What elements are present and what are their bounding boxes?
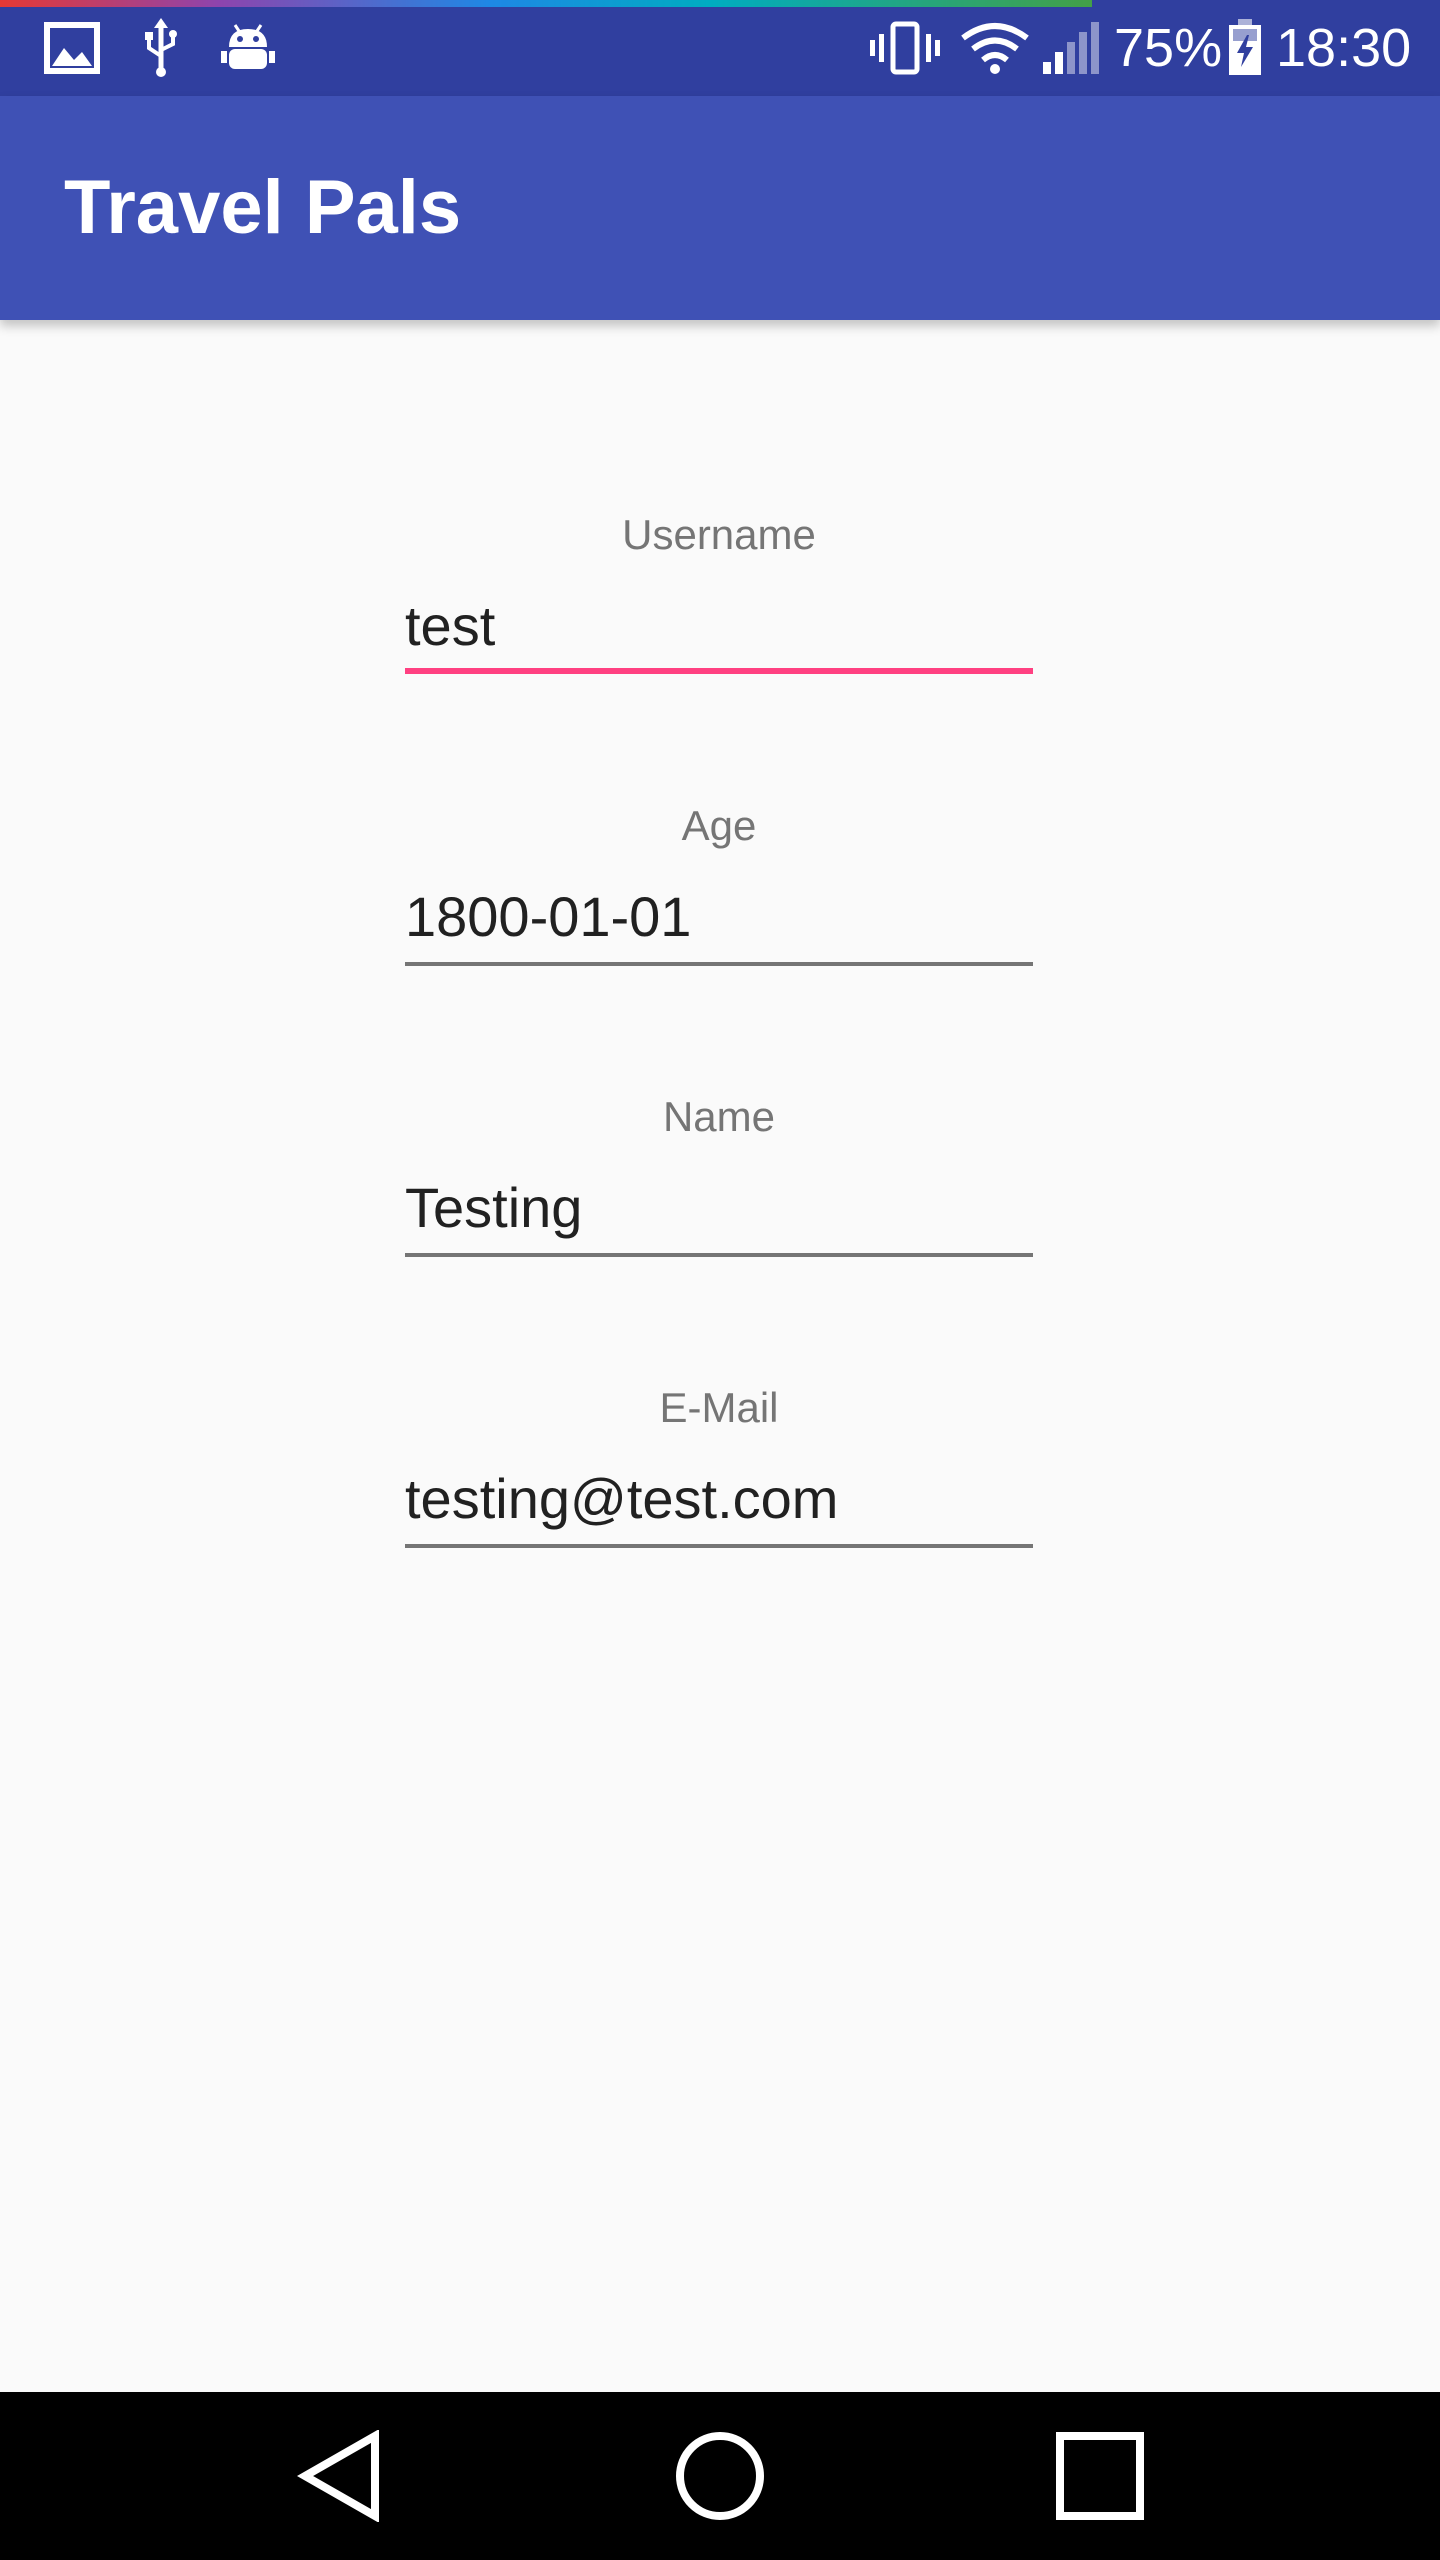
status-progress-strip (0, 0, 1092, 7)
battery-percent: 75% (1114, 18, 1223, 78)
age-label: Age (681, 802, 757, 849)
username-input[interactable] (405, 586, 1033, 666)
age-input[interactable] (405, 877, 1033, 957)
app-title: Travel Pals (64, 165, 462, 250)
age-underline (405, 962, 1033, 966)
home-icon (676, 2432, 764, 2520)
email-label: E-Mail (659, 1384, 779, 1431)
image-icon (42, 18, 102, 78)
android-debug-icon (220, 18, 276, 78)
battery-charging-icon (1226, 18, 1264, 78)
clock: 18:30 (1276, 18, 1412, 78)
name-label: Name (662, 1093, 776, 1140)
recents-button[interactable] (1050, 2426, 1150, 2526)
back-icon (297, 2430, 379, 2522)
name-underline (405, 1253, 1033, 1257)
username-underline (405, 668, 1033, 674)
status-bar: 75% 18:30 (0, 0, 1440, 96)
signal-icon (1040, 18, 1102, 78)
name-input[interactable] (405, 1168, 1033, 1248)
usb-icon (138, 18, 184, 78)
username-label: Username (622, 511, 816, 558)
navigation-bar (0, 2392, 1440, 2560)
recents-icon (1056, 2432, 1144, 2520)
back-button[interactable] (290, 2426, 390, 2526)
email-input[interactable] (405, 1459, 1033, 1539)
home-button[interactable] (670, 2426, 770, 2526)
email-underline (405, 1544, 1033, 1548)
vibrate-icon (868, 18, 942, 78)
app-bar: Travel Pals (0, 96, 1440, 320)
wifi-icon (960, 18, 1030, 78)
